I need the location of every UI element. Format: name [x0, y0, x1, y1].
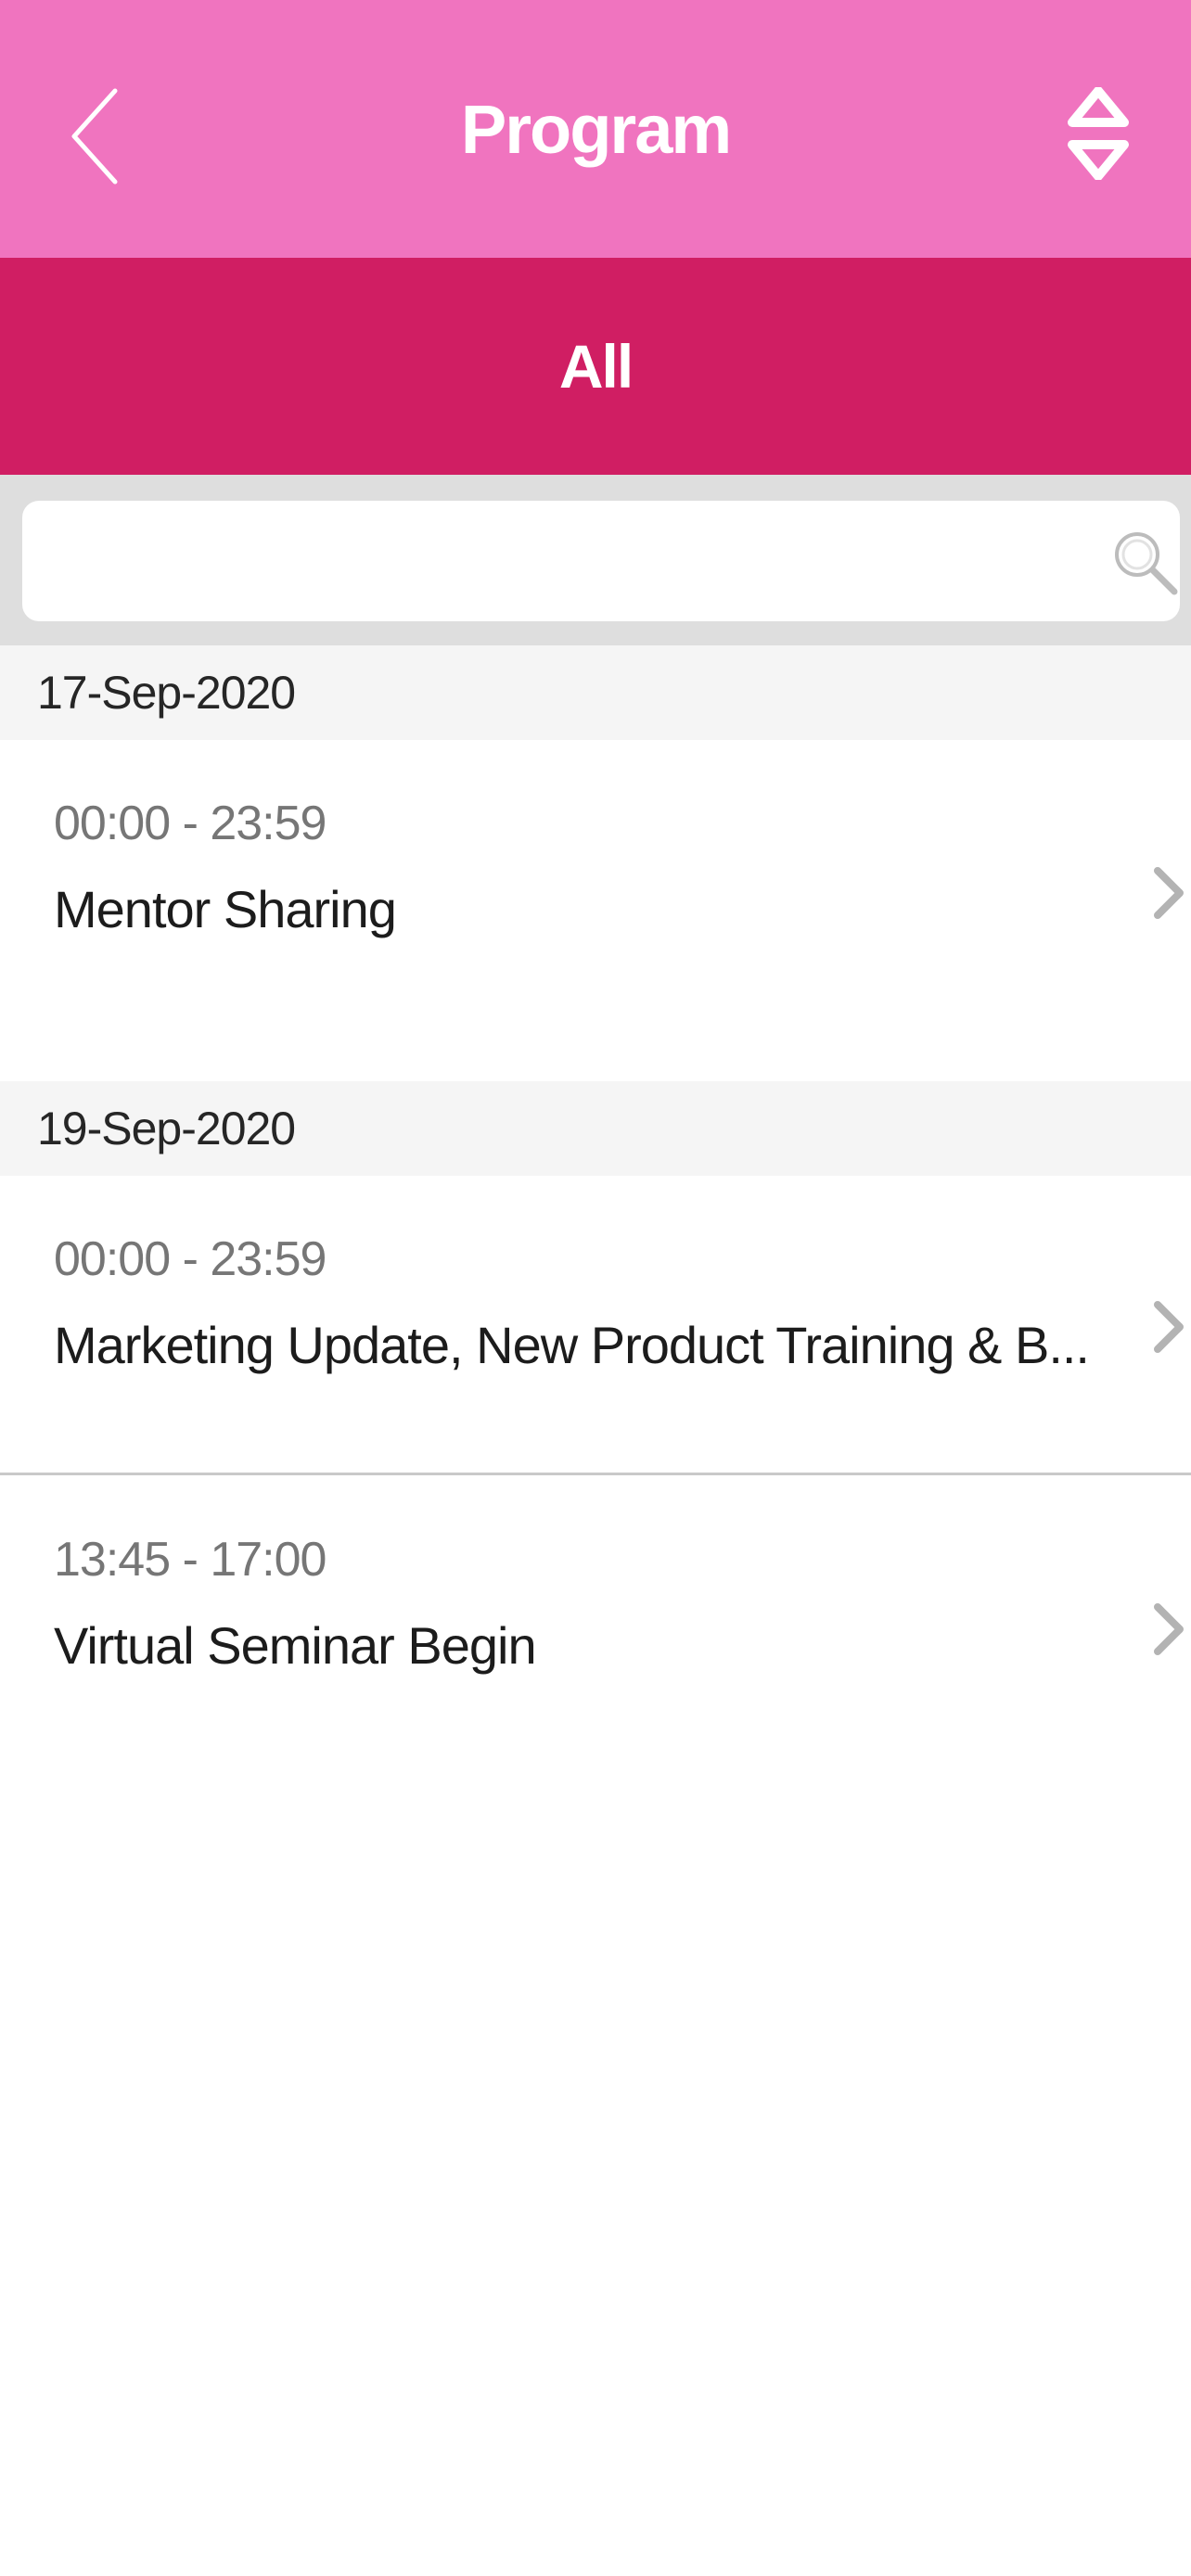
date-label: 17-Sep-2020	[37, 667, 296, 719]
nav-header: Program	[0, 0, 1191, 258]
chevron-right-icon	[1154, 1603, 1184, 1655]
date-section-header: 17-Sep-2020	[0, 645, 1191, 740]
chevron-right-icon	[1154, 867, 1184, 919]
session-item[interactable]: 13:45 - 17:00 Virtual Seminar Begin	[0, 1476, 1191, 1773]
search-box[interactable]	[22, 501, 1180, 621]
filter-tab-bar: All	[0, 258, 1191, 475]
tab-all[interactable]: All	[0, 258, 1191, 475]
back-button[interactable]	[65, 82, 130, 191]
sort-button[interactable]	[1067, 86, 1130, 181]
search-bar	[0, 475, 1191, 645]
date-label: 19-Sep-2020	[37, 1103, 296, 1154]
sort-up-down-icon	[1068, 86, 1129, 181]
chevron-right-icon	[1154, 1301, 1184, 1353]
search-input[interactable]	[41, 510, 1061, 612]
session-item[interactable]: 00:00 - 23:59 Mentor Sharing	[0, 740, 1191, 1037]
session-time: 00:00 - 23:59	[54, 1232, 327, 1286]
session-title: Mentor Sharing	[54, 880, 397, 938]
date-section-header: 19-Sep-2020	[0, 1081, 1191, 1176]
session-time: 00:00 - 23:59	[54, 797, 327, 850]
session-time: 13:45 - 17:00	[54, 1533, 327, 1587]
session-item[interactable]: 00:00 - 23:59 Marketing Update, New Prod…	[0, 1176, 1191, 1473]
chevron-left-icon	[71, 88, 118, 185]
session-title: Marketing Update, New Product Training &…	[54, 1316, 1090, 1374]
search-icon[interactable]	[1109, 527, 1180, 597]
row-divider	[0, 1473, 1191, 1475]
page-title: Program	[460, 91, 732, 168]
session-title: Virtual Seminar Begin	[54, 1616, 537, 1675]
